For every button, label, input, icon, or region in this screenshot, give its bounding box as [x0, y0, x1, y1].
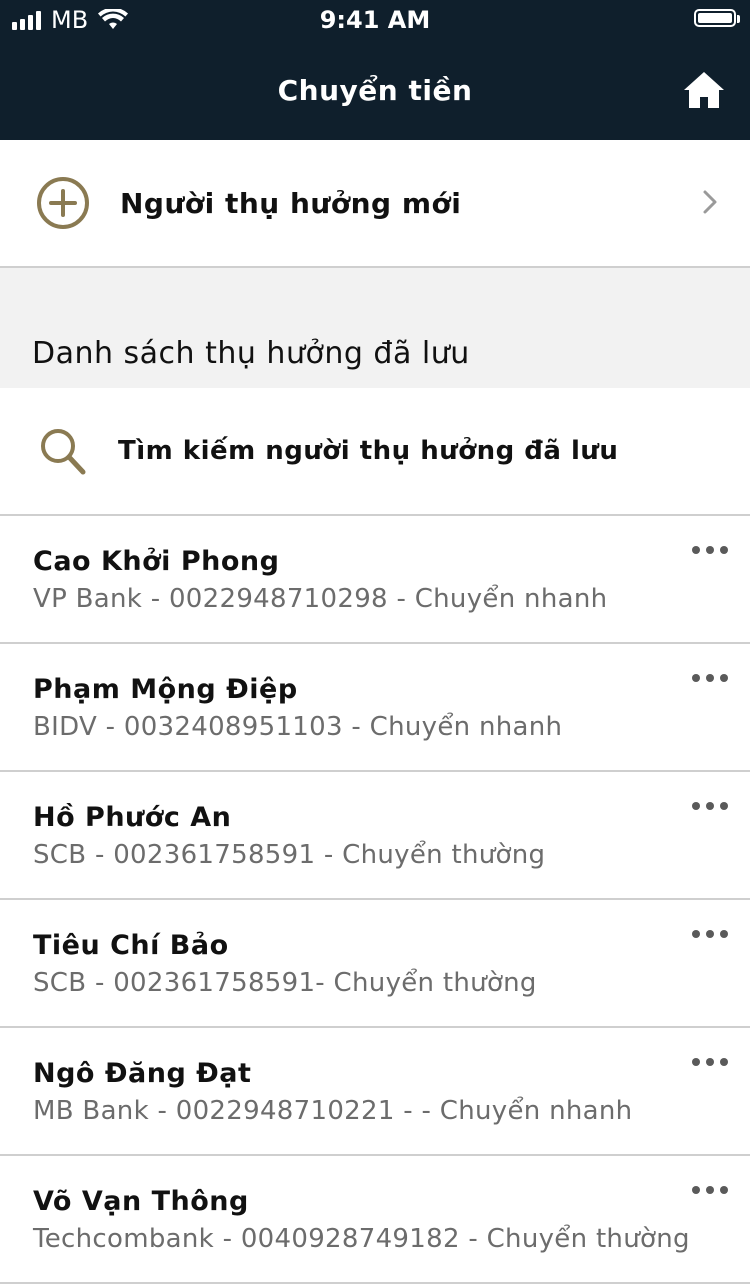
status-time: 9:41 AM [319, 6, 431, 34]
beneficiary-detail: SCB - 002361758591- Chuyển thường [33, 968, 537, 998]
beneficiary-detail: Techcombank - 0040928749182 - Chuyển thư… [33, 1224, 690, 1254]
list-item[interactable]: Cao Khởi Phong VP Bank - 0022948710298 -… [0, 516, 750, 644]
more-options-icon[interactable] [692, 924, 728, 944]
more-options-icon[interactable] [692, 796, 728, 816]
battery-icon [694, 9, 740, 27]
home-icon[interactable] [682, 68, 726, 112]
chevron-right-icon [703, 190, 717, 214]
search-saved-beneficiary[interactable]: Tìm kiếm người thụ hưởng đã lưu [0, 388, 750, 516]
beneficiary-list: Cao Khởi Phong VP Bank - 0022948710298 -… [0, 516, 750, 1284]
more-options-icon[interactable] [692, 540, 728, 560]
page-title: Chuyển tiền [277, 74, 473, 107]
more-options-icon[interactable] [692, 668, 728, 688]
beneficiary-name: Ngô Đăng Đạt [33, 1058, 252, 1089]
plus-circle-icon [37, 177, 89, 229]
saved-beneficiaries-section: Danh sách thụ hưởng đã lưu [0, 268, 750, 388]
beneficiary-name: Hồ Phước An [33, 802, 232, 833]
beneficiary-name: Phạm Mộng Điệp [33, 674, 298, 705]
beneficiary-detail: MB Bank - 0022948710221 - - Chuyển nhanh [33, 1096, 633, 1126]
app-header: MB 9:41 AM Chuyển tiền [0, 0, 750, 140]
beneficiary-detail: VP Bank - 0022948710298 - Chuyển nhanh [33, 584, 608, 614]
list-item[interactable]: Phạm Mộng Điệp BIDV - 0032408951103 - Ch… [0, 644, 750, 772]
more-options-icon[interactable] [692, 1052, 728, 1072]
search-label: Tìm kiếm người thụ hưởng đã lưu [118, 436, 619, 466]
list-item[interactable]: Võ Vạn Thông Techcombank - 0040928749182… [0, 1156, 750, 1284]
list-item[interactable]: Tiêu Chí Bảo SCB - 002361758591- Chuyển … [0, 900, 750, 1028]
search-icon [41, 429, 86, 475]
more-options-icon[interactable] [692, 1180, 728, 1200]
beneficiary-name: Tiêu Chí Bảo [33, 930, 229, 961]
new-beneficiary-button[interactable]: Người thụ hưởng mới [0, 140, 750, 268]
status-bar: MB 9:41 AM [0, 0, 750, 40]
section-title: Danh sách thụ hưởng đã lưu [32, 336, 470, 371]
beneficiary-detail: SCB - 002361758591 - Chuyển thường [33, 840, 546, 870]
new-beneficiary-label: Người thụ hưởng mới [120, 186, 462, 220]
beneficiary-detail: BIDV - 0032408951103 - Chuyển nhanh [33, 712, 563, 742]
beneficiary-name: Cao Khởi Phong [33, 546, 280, 577]
list-item[interactable]: Hồ Phước An SCB - 002361758591 - Chuyển … [0, 772, 750, 900]
list-item[interactable]: Ngô Đăng Đạt MB Bank - 0022948710221 - -… [0, 1028, 750, 1156]
beneficiary-name: Võ Vạn Thông [33, 1186, 249, 1217]
